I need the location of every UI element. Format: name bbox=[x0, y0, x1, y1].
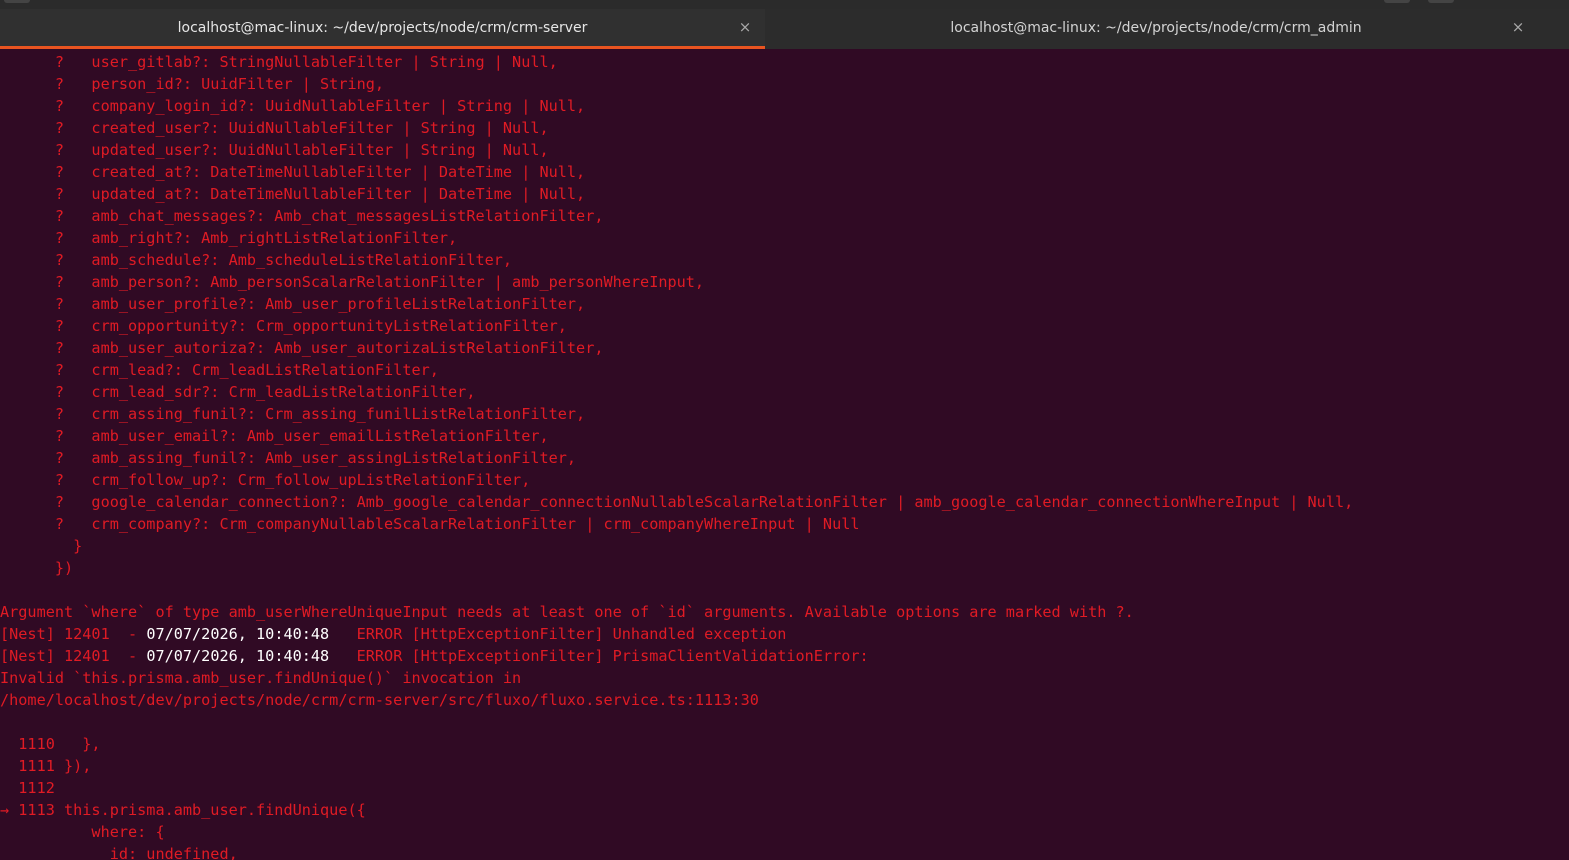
close-icon[interactable]: × bbox=[736, 18, 754, 36]
terminal-text: }) bbox=[0, 559, 74, 577]
terminal-line: id: undefined, bbox=[0, 843, 238, 860]
terminal-text: 1112 bbox=[0, 779, 55, 797]
terminal-line: ? company_login_id?: UuidNullableFilter … bbox=[0, 95, 585, 117]
terminal-text: ? amb_right?: Amb_rightListRelationFilte… bbox=[0, 229, 458, 247]
terminal-line: ? amb_assing_funil?: Amb_user_assingList… bbox=[0, 447, 576, 469]
terminal-line: ? updated_user?: UuidNullableFilter | St… bbox=[0, 139, 549, 161]
terminal-text: id: undefined, bbox=[0, 845, 238, 860]
terminal-line: 1112 bbox=[0, 777, 55, 799]
tab-title: localhost@mac-linux: ~/dev/projects/node… bbox=[950, 20, 1362, 36]
terminal-line: ? crm_lead?: Crm_leadListRelationFilter, bbox=[0, 359, 439, 381]
terminal-text: where: { bbox=[0, 823, 165, 841]
terminal-text: ? company_login_id?: UuidNullableFilter … bbox=[0, 97, 586, 115]
terminal-line: ? user_gitlab?: StringNullableFilter | S… bbox=[0, 51, 558, 73]
terminal-text: ? updated_at?: DateTimeNullableFilter | … bbox=[0, 185, 586, 203]
terminal-text: ? amb_user_autoriza?: Amb_user_autorizaL… bbox=[0, 339, 604, 357]
terminal-text: ERROR [HttpExceptionFilter] Unhandled ex… bbox=[329, 625, 787, 643]
terminal-text: ? crm_opportunity?: Crm_opportunityListR… bbox=[0, 317, 567, 335]
terminal-line: ? person_id?: UuidFilter | String, bbox=[0, 73, 384, 95]
terminal-text: } bbox=[0, 537, 83, 555]
terminal-text: ? created_user?: UuidNullableFilter | St… bbox=[0, 119, 549, 137]
terminal-text: [Nest] 12401 - bbox=[0, 625, 147, 643]
terminal-line: }) bbox=[0, 557, 73, 579]
terminal-text: → 1113 this.prisma.amb_user.findUnique({ bbox=[0, 801, 366, 819]
close-icon[interactable]: × bbox=[1509, 18, 1527, 36]
terminal-line: ? amb_user_autoriza?: Amb_user_autorizaL… bbox=[0, 337, 604, 359]
active-tab-indicator bbox=[0, 46, 765, 49]
terminal-text: ? crm_follow_up?: Crm_follow_upListRelat… bbox=[0, 471, 531, 489]
terminal-text: 1110 }, bbox=[0, 735, 101, 753]
terminal-line: ? crm_assing_funil?: Crm_assing_funilLis… bbox=[0, 403, 585, 425]
terminal-line: Argument `where` of type amb_userWhereUn… bbox=[0, 601, 1134, 623]
terminal-text: ? amb_user_profile?: Amb_user_profileLis… bbox=[0, 295, 586, 313]
terminal-text: 07/07/2026, 10:40:48 bbox=[146, 625, 330, 643]
terminal-line: ? amb_schedule?: Amb_scheduleListRelatio… bbox=[0, 249, 512, 271]
terminal-line: ? amb_person?: Amb_personScalarRelationF… bbox=[0, 271, 704, 293]
terminal-line: ? amb_user_email?: Amb_user_emailListRel… bbox=[0, 425, 549, 447]
window-control[interactable] bbox=[1428, 0, 1454, 3]
terminal-text: ? crm_assing_funil?: Crm_assing_funilLis… bbox=[0, 405, 586, 423]
terminal-text: 07/07/2026, 10:40:48 bbox=[146, 647, 330, 665]
terminal-text: ? created_at?: DateTimeNullableFilter | … bbox=[0, 163, 586, 181]
terminal-line: ? crm_company?: Crm_companyNullableScala… bbox=[0, 513, 860, 535]
terminal-line: [Nest] 12401 - 07/07/2026, 10:40:48 ERRO… bbox=[0, 623, 786, 645]
terminal-text: Argument `where` of type amb_userWhereUn… bbox=[0, 603, 1134, 621]
terminal-line: ? updated_at?: DateTimeNullableFilter | … bbox=[0, 183, 585, 205]
terminal-line: [Nest] 12401 - 07/07/2026, 10:40:48 ERRO… bbox=[0, 645, 869, 667]
terminal-line: ? crm_opportunity?: Crm_opportunityListR… bbox=[0, 315, 567, 337]
terminal-text: ? amb_schedule?: Amb_scheduleListRelatio… bbox=[0, 251, 513, 269]
terminal-text: ? google_calendar_connection?: Amb_googl… bbox=[0, 493, 1354, 511]
terminal-line: 1110 }, bbox=[0, 733, 101, 755]
terminal-line: } bbox=[0, 535, 82, 557]
window-control[interactable] bbox=[1384, 0, 1410, 3]
window-control[interactable] bbox=[4, 0, 30, 3]
terminal-text: ? person_id?: UuidFilter | String, bbox=[0, 75, 385, 93]
terminal-text: 1111 }), bbox=[0, 757, 92, 775]
terminal-text: ? updated_user?: UuidNullableFilter | St… bbox=[0, 141, 549, 159]
terminal-text: [Nest] 12401 - bbox=[0, 647, 147, 665]
terminal-text: ERROR [HttpExceptionFilter] PrismaClient… bbox=[329, 647, 869, 665]
terminal-text: ? amb_chat_messages?: Amb_chat_messagesL… bbox=[0, 207, 604, 225]
terminal-line: ? amb_chat_messages?: Amb_chat_messagesL… bbox=[0, 205, 604, 227]
terminal-line: → 1113 this.prisma.amb_user.findUnique({ bbox=[0, 799, 366, 821]
terminal-text: Invalid `this.prisma.amb_user.findUnique… bbox=[0, 669, 522, 687]
terminal-line: ? crm_lead_sdr?: Crm_leadListRelationFil… bbox=[0, 381, 476, 403]
terminal-line: where: { bbox=[0, 821, 165, 843]
terminal-text: ? crm_lead?: Crm_leadListRelationFilter, bbox=[0, 361, 439, 379]
terminal-line: ? created_at?: DateTimeNullableFilter | … bbox=[0, 161, 585, 183]
terminal-window: localhost@mac-linux: ~/dev/projects/node… bbox=[0, 0, 1569, 860]
tab-bar: localhost@mac-linux: ~/dev/projects/node… bbox=[0, 9, 1569, 49]
terminal-line: ? amb_right?: Amb_rightListRelationFilte… bbox=[0, 227, 457, 249]
terminal-line: /home/localhost/dev/projects/node/crm/cr… bbox=[0, 689, 759, 711]
terminal-text: ? amb_assing_funil?: Amb_user_assingList… bbox=[0, 449, 577, 467]
terminal-line: ? google_calendar_connection?: Amb_googl… bbox=[0, 491, 1353, 513]
terminal-text: ? user_gitlab?: StringNullableFilter | S… bbox=[0, 53, 558, 71]
terminal-text: ? amb_person?: Amb_personScalarRelationF… bbox=[0, 273, 705, 291]
terminal-line: ? created_user?: UuidNullableFilter | St… bbox=[0, 117, 549, 139]
terminal-output[interactable]: ? user_gitlab?: StringNullableFilter | S… bbox=[0, 51, 1569, 860]
terminal-line: 1111 }), bbox=[0, 755, 91, 777]
terminal-text: /home/localhost/dev/projects/node/crm/cr… bbox=[0, 691, 759, 709]
tab-title: localhost@mac-linux: ~/dev/projects/node… bbox=[177, 20, 588, 36]
terminal-text: ? crm_lead_sdr?: Crm_leadListRelationFil… bbox=[0, 383, 476, 401]
terminal-text: ? crm_company?: Crm_companyNullableScala… bbox=[0, 515, 860, 533]
tab-crm-admin[interactable]: localhost@mac-linux: ~/dev/projects/node… bbox=[765, 9, 1569, 49]
window-top-strip bbox=[0, 0, 1569, 9]
terminal-text: ? amb_user_email?: Amb_user_emailListRel… bbox=[0, 427, 549, 445]
tab-crm-server[interactable]: localhost@mac-linux: ~/dev/projects/node… bbox=[0, 9, 765, 49]
terminal-line: Invalid `this.prisma.amb_user.findUnique… bbox=[0, 667, 521, 689]
terminal-line: ? amb_user_profile?: Amb_user_profileLis… bbox=[0, 293, 585, 315]
terminal-line: ? crm_follow_up?: Crm_follow_upListRelat… bbox=[0, 469, 530, 491]
